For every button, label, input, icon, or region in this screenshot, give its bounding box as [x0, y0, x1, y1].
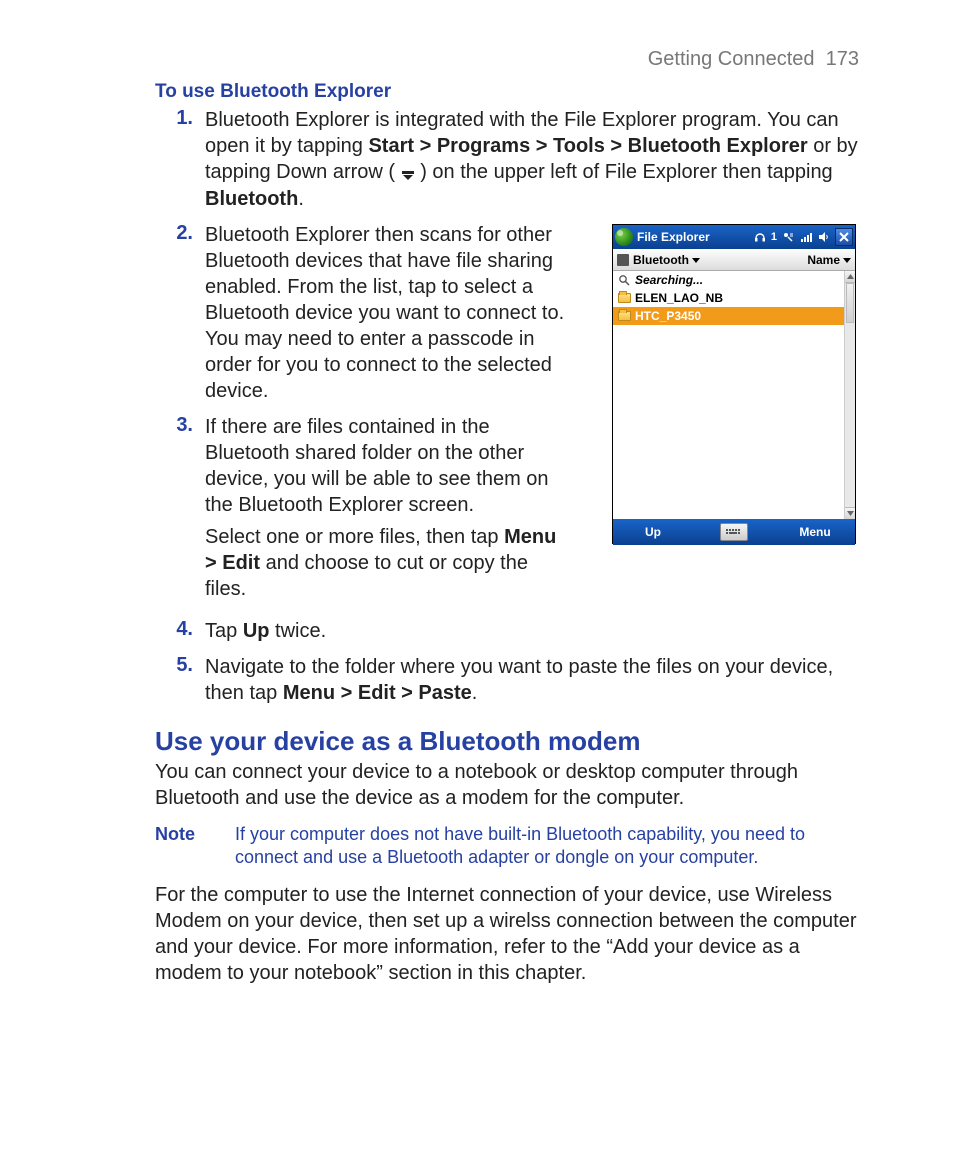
softkey-up[interactable]: Up — [613, 525, 693, 539]
step-body: If there are files contained in the Blue… — [205, 414, 570, 608]
step-text: twice. — [269, 620, 326, 642]
search-icon — [617, 274, 631, 286]
window-title: File Explorer — [637, 230, 710, 244]
down-arrow-icon — [401, 160, 415, 186]
device-icon — [617, 254, 629, 266]
step-number: 4. — [155, 618, 205, 641]
step-number: 3. — [155, 414, 205, 437]
device-screenshot: File Explorer 1 Bluetooth Name Searching… — [612, 224, 856, 544]
step-bold: Menu > Edit > Paste — [283, 682, 472, 704]
step-4: 4. Tap Up twice. — [155, 618, 859, 644]
step-body: Bluetooth Explorer is integrated with th… — [205, 107, 859, 212]
step-number: 5. — [155, 654, 205, 677]
softkey-menu[interactable]: Menu — [775, 525, 855, 539]
step-text: Tap — [205, 620, 243, 642]
chevron-down-icon[interactable] — [692, 253, 700, 267]
signal-icon[interactable] — [799, 230, 813, 244]
step-text: Select one or more files, then tap — [205, 526, 504, 548]
step-text: . — [472, 682, 478, 704]
step-number: 1. — [155, 107, 205, 130]
headphones-icon[interactable] — [753, 230, 767, 244]
note-text: If your computer does not have built-in … — [235, 823, 859, 870]
list-label: Searching... — [635, 273, 703, 287]
note-label: Note — [155, 823, 235, 870]
step-body: Navigate to the folder where you want to… — [205, 654, 859, 706]
step-body: Tap Up twice. — [205, 618, 859, 644]
list-row-selected[interactable]: HTC_P3450 — [613, 307, 855, 325]
device-titlebar: File Explorer 1 — [613, 225, 855, 249]
device-softkey-bar: Up Menu — [613, 519, 855, 545]
step-bold: Bluetooth — [205, 188, 298, 210]
note-block: Note If your computer does not have buil… — [155, 823, 859, 870]
step-5: 5. Navigate to the folder where you want… — [155, 654, 859, 706]
page-header: Getting Connected 173 — [95, 48, 859, 71]
list-row-searching: Searching... — [613, 271, 855, 289]
section-title-bluetooth-modem: Use your device as a Bluetooth modem — [155, 726, 859, 757]
step-bold: Up — [243, 620, 270, 642]
list-label: ELEN_LAO_NB — [635, 291, 723, 305]
path-label[interactable]: Bluetooth — [633, 253, 689, 267]
step-text: Select one or more files, then tap Menu … — [205, 524, 570, 602]
sort-dropdown[interactable]: Name — [807, 253, 851, 267]
step-number: 2. — [155, 222, 205, 245]
step-1: 1. Bluetooth Explorer is integrated with… — [155, 107, 859, 212]
speaker-icon[interactable] — [817, 230, 831, 244]
folder-icon — [617, 292, 631, 304]
list-row[interactable]: ELEN_LAO_NB — [613, 289, 855, 307]
step-text: ) on the upper left of File Explorer the… — [415, 161, 833, 183]
keyboard-icon[interactable] — [720, 523, 748, 541]
intro-paragraph: You can connect your device to a noteboo… — [155, 759, 859, 811]
status-number: 1 — [771, 231, 777, 243]
body-paragraph: For the computer to use the Internet con… — [155, 882, 859, 986]
scroll-up-icon[interactable] — [845, 271, 855, 283]
chevron-down-icon — [843, 253, 851, 267]
section-title-bluetooth-explorer: To use Bluetooth Explorer — [155, 81, 859, 103]
folder-icon — [617, 310, 631, 322]
step-text: . — [298, 188, 304, 210]
file-list: Searching... ELEN_LAO_NB HTC_P3450 — [613, 271, 855, 519]
sort-label: Name — [807, 253, 840, 267]
list-label: HTC_P3450 — [635, 309, 701, 323]
chapter-name: Getting Connected — [648, 48, 815, 70]
page-number: 173 — [826, 48, 859, 70]
close-button[interactable] — [835, 228, 853, 246]
scroll-thumb[interactable] — [846, 283, 854, 323]
step-body: Bluetooth Explorer then scans for other … — [205, 222, 570, 404]
scroll-down-icon[interactable] — [845, 507, 855, 519]
path-bar: Bluetooth Name — [613, 249, 855, 271]
step-text: If there are files contained in the Blue… — [205, 414, 570, 518]
connectivity-icon[interactable] — [781, 230, 795, 244]
start-icon[interactable] — [615, 228, 633, 246]
step-bold: Start > Programs > Tools > Bluetooth Exp… — [368, 135, 807, 157]
scrollbar[interactable] — [844, 271, 855, 519]
